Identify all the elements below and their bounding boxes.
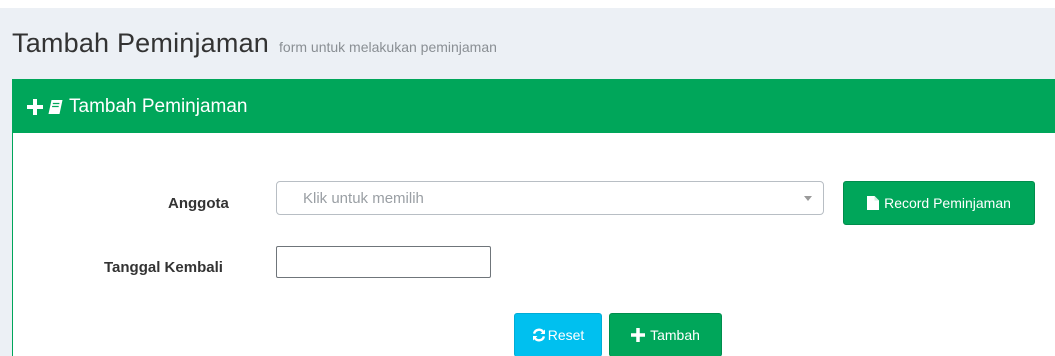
record-peminjaman-button[interactable]: Record Peminjaman bbox=[843, 181, 1035, 225]
panel-header: Tambah Peminjaman bbox=[13, 80, 1055, 133]
panel-title: Tambah Peminjaman bbox=[69, 95, 248, 117]
tambah-button[interactable]: Tambah bbox=[609, 313, 722, 356]
book-icon bbox=[47, 99, 63, 115]
anggota-label: Anggota bbox=[168, 195, 229, 212]
tambah-label: Tambah bbox=[650, 327, 700, 343]
plus-icon bbox=[631, 328, 646, 342]
page-subtitle: form untuk melakukan peminjaman bbox=[279, 39, 497, 55]
loan-form-panel: Tambah Peminjaman Anggota Klik untuk mem… bbox=[12, 79, 1055, 356]
plus-icon bbox=[27, 98, 43, 115]
tanggal-kembali-input[interactable] bbox=[276, 246, 491, 278]
reset-label: Reset bbox=[547, 327, 585, 343]
record-peminjaman-label: Record Peminjaman bbox=[884, 195, 1011, 211]
tanggal-kembali-label: Tanggal Kembali bbox=[104, 259, 223, 276]
anggota-select[interactable]: Klik untuk memilih bbox=[276, 181, 824, 215]
page-header: Tambah Peminjaman form untuk melakukan p… bbox=[12, 28, 497, 59]
page-title: Tambah Peminjaman bbox=[12, 28, 270, 58]
reset-button[interactable]: Reset bbox=[514, 313, 602, 356]
file-icon bbox=[867, 196, 880, 210]
refresh-icon bbox=[532, 328, 546, 342]
anggota-select-placeholder: Klik untuk memilih bbox=[303, 189, 424, 207]
chevron-down-icon bbox=[804, 196, 812, 201]
